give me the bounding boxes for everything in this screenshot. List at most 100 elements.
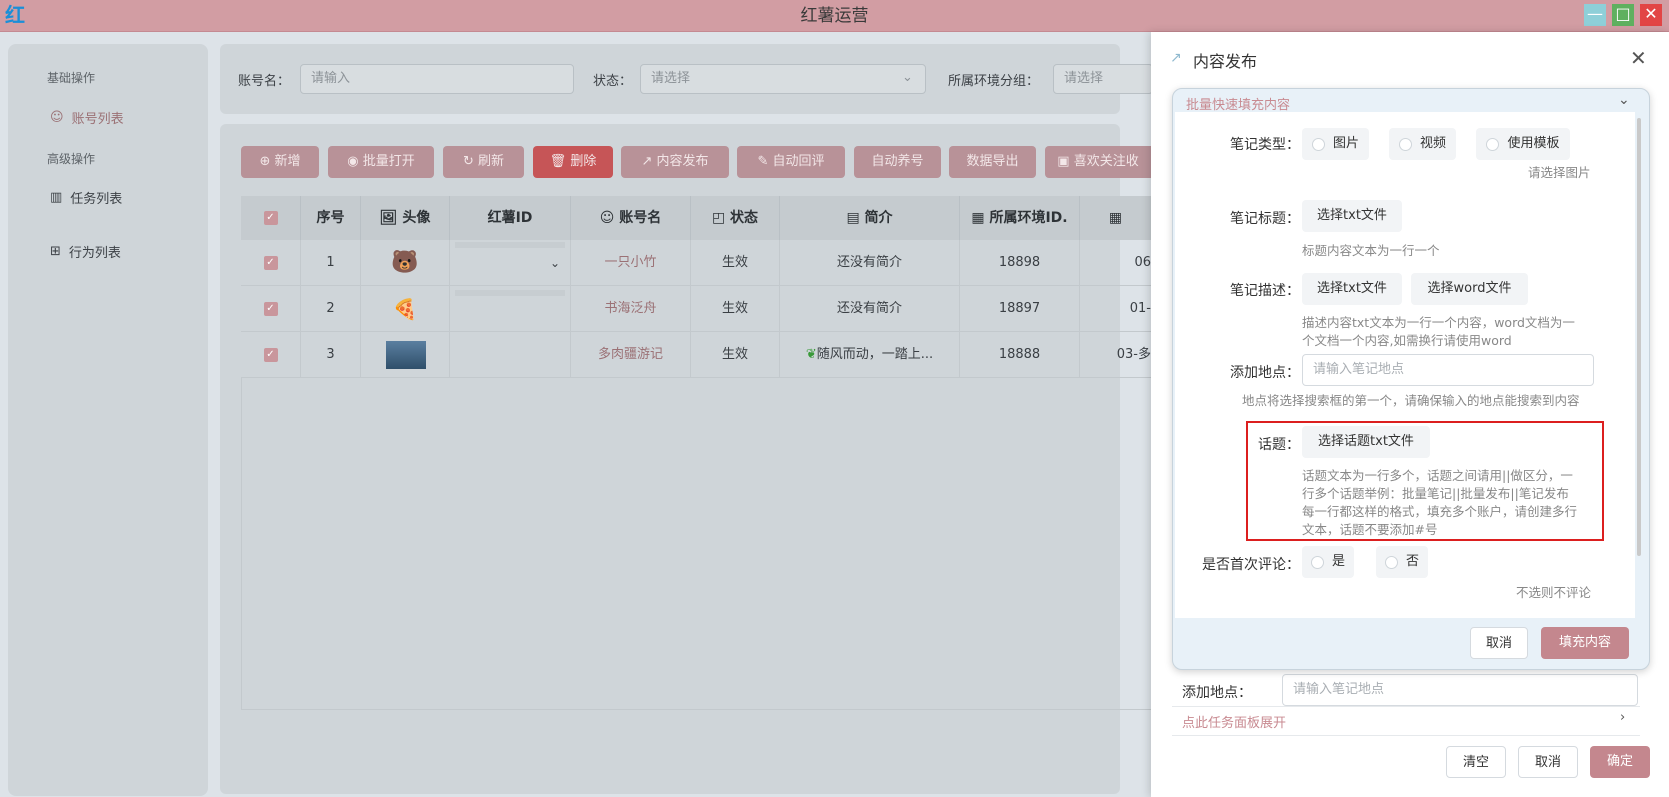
- chrome-icon: ◉: [347, 154, 359, 169]
- env-icon: ▦: [1108, 210, 1123, 226]
- note-type-image-radio[interactable]: 图片: [1302, 128, 1369, 160]
- sidebar-item-label: 行为列表: [68, 246, 121, 261]
- refresh-label: 刷新: [478, 154, 505, 169]
- export-button[interactable]: 数据导出: [949, 146, 1036, 178]
- user-icon: ☺: [50, 110, 64, 125]
- clear-button[interactable]: 清空: [1446, 746, 1506, 778]
- sidebar: [8, 44, 208, 796]
- select-all-checkbox[interactable]: ✓: [241, 196, 301, 240]
- row-intro: 还没有简介: [780, 240, 960, 286]
- header-avatar-label: 头像: [402, 210, 431, 226]
- topic-hint-1: 话题文本为一行多个，话题之间请用||做区分，一: [1302, 468, 1573, 483]
- status-filter-select[interactable]: 请选择: [640, 64, 926, 94]
- popup-header[interactable]: 批量快速填充内容: [1186, 94, 1290, 113]
- table-empty-area: [241, 378, 1151, 710]
- publish-label: 内容发布: [656, 154, 709, 169]
- row-checkbox[interactable]: ✓: [241, 332, 301, 378]
- header-name: ☺ 账号名: [571, 196, 691, 240]
- auto-reply-label: 自动回评: [772, 154, 825, 169]
- note-type-hint: 请选择图片: [1528, 165, 1591, 180]
- sidebar-item-account-list[interactable]: ☺ 账号列表: [50, 108, 124, 127]
- image-icon: 🖼: [379, 210, 398, 226]
- row-intro: ❦随风而动，一踏上...: [780, 332, 960, 378]
- close-icon[interactable]: ✕: [1630, 46, 1647, 70]
- location-input[interactable]: 请输入笔记地点: [1302, 354, 1594, 386]
- row-index: 3: [301, 332, 361, 378]
- sidebar-item-task-list[interactable]: ▥ 任务列表: [50, 188, 122, 207]
- minimize-button[interactable]: —: [1584, 4, 1606, 26]
- row-status: 生效: [691, 286, 780, 332]
- delete-button[interactable]: 🗑 删除: [533, 146, 613, 178]
- leaf-icon: ❦: [805, 347, 817, 362]
- sidebar-item-behavior-list[interactable]: ⊞ 行为列表: [50, 242, 121, 261]
- drawer-cancel-button[interactable]: 取消: [1518, 746, 1578, 778]
- maximize-button[interactable]: □: [1612, 4, 1634, 26]
- sidebar-item-label: 任务列表: [70, 192, 123, 207]
- avatar: [361, 332, 450, 378]
- header-status: ◰ 状态: [691, 196, 780, 240]
- row-checkbox[interactable]: ✓: [241, 286, 301, 332]
- note-desc-hint-2: 个文档一个内容,如需换行请使用word: [1302, 333, 1512, 348]
- avatar: 🍕: [361, 286, 450, 332]
- popup-cancel-button[interactable]: 取消: [1470, 627, 1528, 659]
- add-button[interactable]: ⊕ 新增: [241, 146, 319, 178]
- env-icon: ▦: [971, 210, 985, 226]
- account-filter-input[interactable]: 请输入: [300, 64, 574, 94]
- row-env: 18898: [960, 240, 1080, 286]
- external-link-icon: ↗: [641, 154, 653, 169]
- avatar: 🐻: [361, 240, 450, 286]
- chevron-right-icon[interactable]: ›: [1620, 710, 1625, 725]
- refresh-icon: ↻: [462, 154, 474, 169]
- refresh-button[interactable]: ↻ 刷新: [443, 146, 524, 178]
- bg-location-input[interactable]: 请输入笔记地点: [1282, 674, 1638, 706]
- user-icon: ☺: [599, 210, 615, 226]
- radio-label: 视频: [1419, 136, 1446, 151]
- row-name[interactable]: 多肉疆游记: [571, 332, 691, 378]
- header-name-label: 账号名: [619, 210, 662, 226]
- row-index: 2: [301, 286, 361, 332]
- edit-icon: ✎: [757, 154, 769, 169]
- radio-dot: [1311, 137, 1325, 151]
- auto-reply-button[interactable]: ✎ 自动回评: [737, 146, 845, 178]
- publish-button[interactable]: ↗ 内容发布: [621, 146, 729, 178]
- env-filter-select[interactable]: 请选择: [1053, 64, 1153, 94]
- chevron-down-icon[interactable]: ⌄: [1618, 92, 1630, 108]
- row-id: ⌄: [450, 240, 571, 286]
- sidebar-item-label: 账号列表: [71, 112, 124, 127]
- first-comment-no-radio[interactable]: 否: [1376, 546, 1428, 578]
- header-index: 序号: [301, 196, 361, 240]
- header-avatar: 🖼 头像: [361, 196, 450, 240]
- choose-topic-txt-button[interactable]: 选择话题txt文件: [1302, 426, 1430, 458]
- choose-desc-txt-button[interactable]: 选择txt文件: [1302, 273, 1402, 305]
- first-comment-hint: 不选则不评论: [1516, 585, 1592, 600]
- header-id: 红薯ID: [450, 196, 571, 240]
- row-name[interactable]: 一只小竹: [571, 240, 691, 286]
- row-intro-text: 随风而动，一踏上...: [816, 347, 934, 362]
- row-env: 18888: [960, 332, 1080, 378]
- chevron-down-icon: ⌄: [902, 70, 913, 85]
- batch-open-button[interactable]: ◉ 批量打开: [328, 146, 434, 178]
- note-type-template-radio[interactable]: 使用模板: [1476, 128, 1570, 160]
- row-index: 1: [301, 240, 361, 286]
- popup-scrollbar[interactable]: [1637, 118, 1641, 556]
- choose-title-txt-button[interactable]: 选择txt文件: [1302, 200, 1402, 232]
- topic-hint-3: 每一行都这样的格式，填充多个账户，请创建多行: [1302, 504, 1578, 519]
- first-comment-yes-radio[interactable]: 是: [1302, 546, 1354, 578]
- sidebar-section-basic: 基础操作: [47, 71, 96, 85]
- close-window-button[interactable]: ✕: [1640, 4, 1662, 26]
- header-env-label: 所属环境ID.: [989, 210, 1068, 226]
- fill-content-button[interactable]: 填充内容: [1541, 627, 1629, 659]
- note-type-video-radio[interactable]: 视频: [1389, 128, 1456, 160]
- auto-nurture-button[interactable]: 自动养号: [854, 146, 941, 178]
- like-follow-button[interactable]: ▣ 喜欢关注收: [1045, 146, 1151, 178]
- book-icon: ⊞: [50, 244, 61, 259]
- task-panel-expand-text[interactable]: 点此任务面板展开: [1182, 712, 1286, 731]
- document-icon: ▤: [846, 210, 860, 226]
- confirm-button[interactable]: 确定: [1590, 746, 1650, 778]
- radio-dot: [1398, 137, 1412, 151]
- row-name[interactable]: 书海泛舟: [571, 286, 691, 332]
- row-checkbox[interactable]: ✓: [241, 240, 301, 286]
- note-desc-label: 笔记描述：: [1230, 283, 1300, 299]
- row-id: [450, 332, 571, 378]
- choose-desc-word-button[interactable]: 选择word文件: [1411, 273, 1528, 305]
